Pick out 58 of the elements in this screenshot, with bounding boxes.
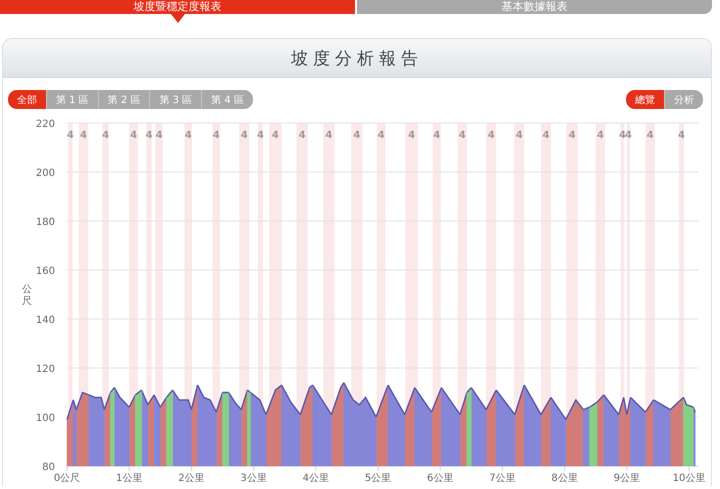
axis-title: 公尺 bbox=[22, 284, 32, 307]
band-label: 4 bbox=[678, 130, 686, 141]
axis-tick-label: 0公尺 bbox=[54, 473, 80, 484]
band-label: 4 bbox=[184, 130, 192, 141]
filter-tab[interactable]: 第 1 區 bbox=[47, 90, 99, 109]
band-label: 4 bbox=[272, 130, 279, 141]
axis-tick-label: 3公里 bbox=[240, 473, 267, 484]
report-tab[interactable]: 基本數據報表 bbox=[357, 0, 712, 14]
band-label: 4 bbox=[618, 130, 626, 141]
band-label: 4 bbox=[240, 130, 248, 141]
band-label: 4 bbox=[488, 130, 495, 141]
band-label: 4 bbox=[596, 130, 604, 141]
axis-tick-label: 120 bbox=[36, 364, 55, 375]
band-label: 4 bbox=[353, 130, 360, 141]
band-label: 4 bbox=[542, 130, 550, 141]
axis-tick-label: 8公里 bbox=[551, 473, 578, 484]
band-label: 4 bbox=[156, 130, 163, 141]
report-title: 坡度分析報告 bbox=[291, 48, 423, 70]
band-label: 4 bbox=[80, 130, 87, 141]
axis-tick-label: 5公里 bbox=[364, 473, 392, 484]
view-tab[interactable]: 總覽 bbox=[626, 90, 665, 109]
band-label: 4 bbox=[256, 130, 264, 141]
band-label: 4 bbox=[568, 130, 576, 141]
axis-tick-label: 4公里 bbox=[302, 473, 329, 484]
band-label: 4 bbox=[646, 130, 654, 141]
filter-tab[interactable]: 全部 bbox=[8, 90, 47, 109]
filter-tab[interactable]: 第 4 區 bbox=[202, 90, 253, 109]
axis-tick-label: 2公里 bbox=[178, 473, 205, 484]
band-label: 4 bbox=[624, 130, 632, 141]
axis-tick-label: 6公里 bbox=[427, 473, 454, 484]
band-label: 4 bbox=[378, 130, 385, 141]
axis-tick-label: 1公里 bbox=[116, 473, 142, 484]
band-label: 4 bbox=[130, 130, 138, 141]
view-tab[interactable]: 分析 bbox=[665, 90, 703, 109]
axis-tick-label: 9公里 bbox=[614, 473, 640, 484]
band-label: 4 bbox=[325, 130, 332, 141]
band-label: 4 bbox=[66, 130, 74, 141]
filter-tab[interactable]: 第 2 區 bbox=[98, 90, 150, 109]
band-label: 4 bbox=[298, 130, 306, 141]
axis-tick-label: 140 bbox=[36, 315, 55, 326]
band-label: 4 bbox=[102, 130, 110, 141]
axis-tick-label: 160 bbox=[36, 266, 55, 277]
band-label: 4 bbox=[408, 130, 416, 141]
band-label: 4 bbox=[433, 130, 440, 141]
axis-tick-label: 180 bbox=[36, 217, 55, 228]
axis-tick-label: 220 bbox=[36, 119, 55, 130]
band-label: 4 bbox=[146, 130, 153, 141]
tab-pointer bbox=[170, 14, 184, 23]
band-label: 4 bbox=[212, 130, 220, 141]
band-label: 4 bbox=[458, 130, 466, 141]
band-label: 4 bbox=[516, 130, 523, 141]
axis-tick-label: 100 bbox=[36, 413, 55, 424]
axis-tick-label: 10公里 bbox=[672, 473, 706, 484]
report-tab[interactable]: 坡度暨穩定度報表 bbox=[0, 0, 355, 14]
filter-tab[interactable]: 第 3 區 bbox=[150, 90, 202, 109]
axis-tick-label: 200 bbox=[36, 168, 55, 179]
axis-tick-label: 7公里 bbox=[489, 473, 516, 484]
axis-tick-label: 80 bbox=[42, 462, 55, 473]
